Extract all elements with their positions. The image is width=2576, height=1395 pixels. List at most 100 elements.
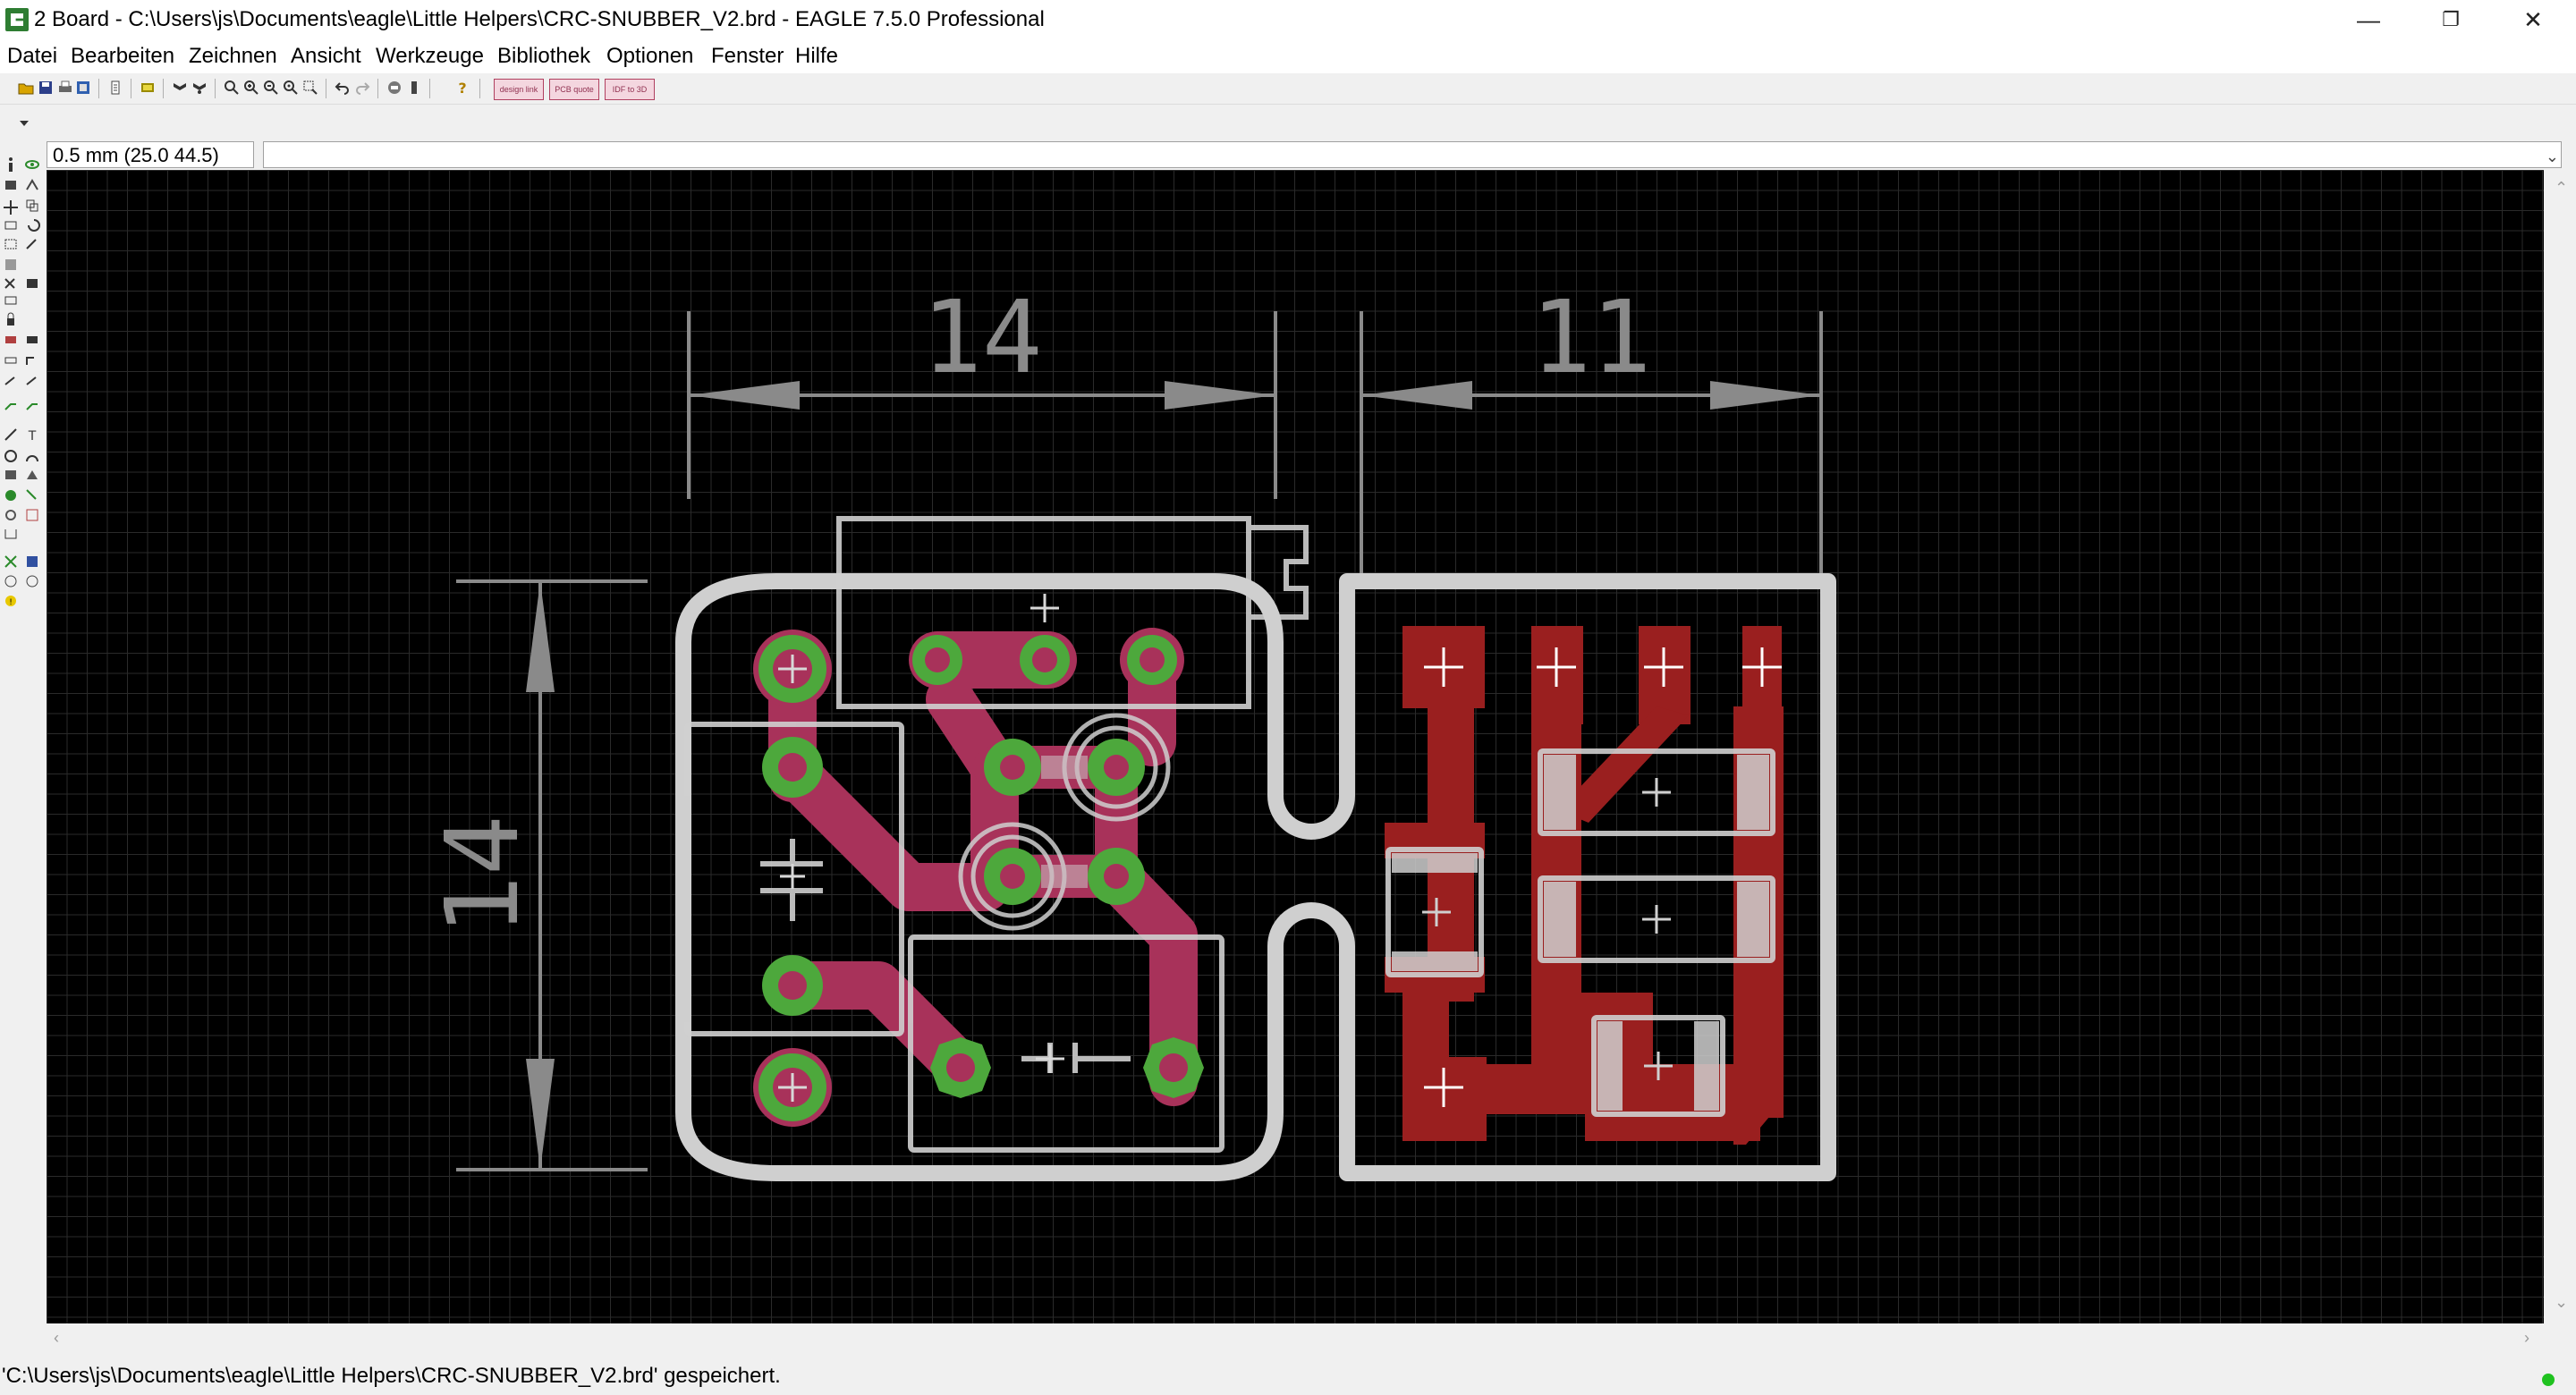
idf-to-3d-button[interactable]: IDF to 3D xyxy=(605,79,655,100)
svg-text:T: T xyxy=(28,429,37,444)
undo-icon[interactable] xyxy=(335,80,351,96)
add-icon[interactable] xyxy=(27,279,38,288)
rect-icon[interactable] xyxy=(5,470,16,479)
change-icon[interactable] xyxy=(26,239,37,249)
rotate-icon[interactable] xyxy=(28,219,40,232)
menu-werkzeuge[interactable]: Werkzeuge xyxy=(376,44,484,69)
toolbar-separator xyxy=(215,79,216,98)
layer-icon[interactable] xyxy=(172,80,188,96)
mirror-icon[interactable] xyxy=(4,221,17,230)
dimension-label-height: 14 xyxy=(425,816,541,936)
restore-button[interactable]: ❐ xyxy=(2410,0,2492,39)
polygon-icon[interactable] xyxy=(27,470,38,479)
save-icon[interactable] xyxy=(38,80,54,96)
menu-optionen[interactable]: Optionen xyxy=(606,44,693,69)
lock-icon[interactable] xyxy=(7,312,14,326)
drc-icon[interactable] xyxy=(4,575,17,588)
group-icon[interactable] xyxy=(4,239,17,249)
horizontal-scrollbar[interactable]: ‹ › xyxy=(47,1323,2544,1356)
menu-ansicht[interactable]: Ansicht xyxy=(291,44,361,69)
redo-icon[interactable] xyxy=(354,80,370,96)
smash-icon[interactable] xyxy=(4,357,17,364)
mark-icon[interactable] xyxy=(26,179,38,190)
eagle-app-icon xyxy=(5,8,29,31)
name-icon[interactable] xyxy=(5,336,16,343)
board-canvas[interactable]: 14 11 14 xyxy=(47,170,2544,1323)
tool-palette: T ! xyxy=(0,154,45,1325)
print-icon[interactable] xyxy=(57,80,73,96)
menu-bearbeiten[interactable]: Bearbeiten xyxy=(71,44,174,69)
scroll-up-icon[interactable]: ⌃ xyxy=(2555,179,2568,198)
optimize-icon[interactable] xyxy=(26,376,37,385)
design-link-button[interactable]: design link xyxy=(494,79,544,100)
ulp-icon[interactable] xyxy=(140,80,156,96)
wire-icon[interactable] xyxy=(4,428,17,441)
minimize-button[interactable]: — xyxy=(2327,0,2410,39)
svg-text:?: ? xyxy=(458,80,466,96)
value-icon[interactable] xyxy=(27,336,38,343)
errors-icon[interactable] xyxy=(26,575,38,588)
display-icon[interactable] xyxy=(5,181,16,190)
stop-icon[interactable] xyxy=(386,80,402,96)
replace-icon[interactable] xyxy=(4,296,17,305)
pcb-quote-button[interactable]: PCB quote xyxy=(549,79,599,100)
menu-bar: Datei Bearbeiten Zeichnen Ansicht Werkze… xyxy=(0,39,2576,73)
dropdown-arrow-icon[interactable] xyxy=(18,117,30,130)
warning-icon[interactable]: ! xyxy=(5,596,16,607)
dimension-icon[interactable] xyxy=(4,529,17,539)
route-icon[interactable] xyxy=(4,403,16,410)
scroll-down-icon[interactable]: ⌄ xyxy=(2555,1293,2568,1312)
cam-icon[interactable] xyxy=(75,80,91,96)
toolbar-separator xyxy=(429,79,430,98)
command-input[interactable]: ⌄ xyxy=(263,141,2562,168)
attribute-icon[interactable] xyxy=(26,509,38,521)
help-icon[interactable]: ? xyxy=(454,80,470,96)
vertical-scrollbar[interactable]: ⌃ ⌄ xyxy=(2546,170,2576,1323)
signal-icon[interactable] xyxy=(26,489,37,500)
script-icon[interactable] xyxy=(107,80,123,96)
arc-icon[interactable] xyxy=(26,455,38,462)
zoom-redraw-icon[interactable] xyxy=(283,80,299,96)
show-icon[interactable] xyxy=(25,160,39,169)
zoom-area-icon[interactable] xyxy=(302,80,318,96)
zoom-fit-icon[interactable] xyxy=(224,80,240,96)
menu-datei[interactable]: Datei xyxy=(7,44,57,69)
via-icon[interactable] xyxy=(5,490,16,501)
pcb-drawing[interactable]: 14 11 14 xyxy=(47,170,2544,1323)
delete-icon[interactable] xyxy=(4,278,15,289)
miter-icon[interactable] xyxy=(26,357,34,365)
status-message: 'C:\Users\js\Documents\eagle\Little Help… xyxy=(2,1364,781,1388)
go-icon[interactable] xyxy=(406,80,422,96)
dimension-label-width-left: 14 xyxy=(922,280,1043,396)
ripup-icon[interactable] xyxy=(26,403,38,410)
copy-icon[interactable] xyxy=(26,199,38,212)
info-icon[interactable] xyxy=(9,157,13,172)
zoom-out-icon[interactable] xyxy=(263,80,279,96)
paste-icon[interactable] xyxy=(5,259,16,270)
ratsnest-icon[interactable] xyxy=(4,555,17,568)
parameter-toolbar xyxy=(0,104,2576,142)
chevron-down-icon[interactable]: ⌄ xyxy=(2546,148,2559,166)
auto-icon[interactable] xyxy=(27,556,38,567)
board-icon[interactable] xyxy=(191,80,208,96)
dimension-label-width-right: 11 xyxy=(1531,280,1652,396)
menu-hilfe[interactable]: Hilfe xyxy=(795,44,838,69)
circle-icon[interactable] xyxy=(4,450,17,462)
zoom-in-icon[interactable] xyxy=(243,80,259,96)
menu-zeichnen[interactable]: Zeichnen xyxy=(189,44,277,69)
hole-icon[interactable] xyxy=(5,510,16,520)
scroll-right-icon[interactable]: › xyxy=(2524,1329,2529,1348)
scroll-left-icon[interactable]: ‹ xyxy=(54,1329,59,1348)
toolbar-separator xyxy=(98,79,99,98)
menu-fenster[interactable]: Fenster xyxy=(711,44,784,69)
text-icon[interactable]: T xyxy=(28,429,37,444)
menu-bibliothek[interactable]: Bibliothek xyxy=(497,44,590,69)
svg-text:!: ! xyxy=(9,598,13,607)
open-icon[interactable] xyxy=(18,80,34,96)
split-icon[interactable] xyxy=(4,376,15,385)
title-bar: 2 Board - C:\Users\js\Documents\eagle\Li… xyxy=(0,0,2576,39)
status-indicator-icon xyxy=(2542,1374,2555,1386)
close-button[interactable]: ✕ xyxy=(2492,0,2574,39)
command-row: 0.5 mm (25.0 44.5) ⌄ xyxy=(0,141,2576,170)
move-icon[interactable] xyxy=(4,200,18,215)
